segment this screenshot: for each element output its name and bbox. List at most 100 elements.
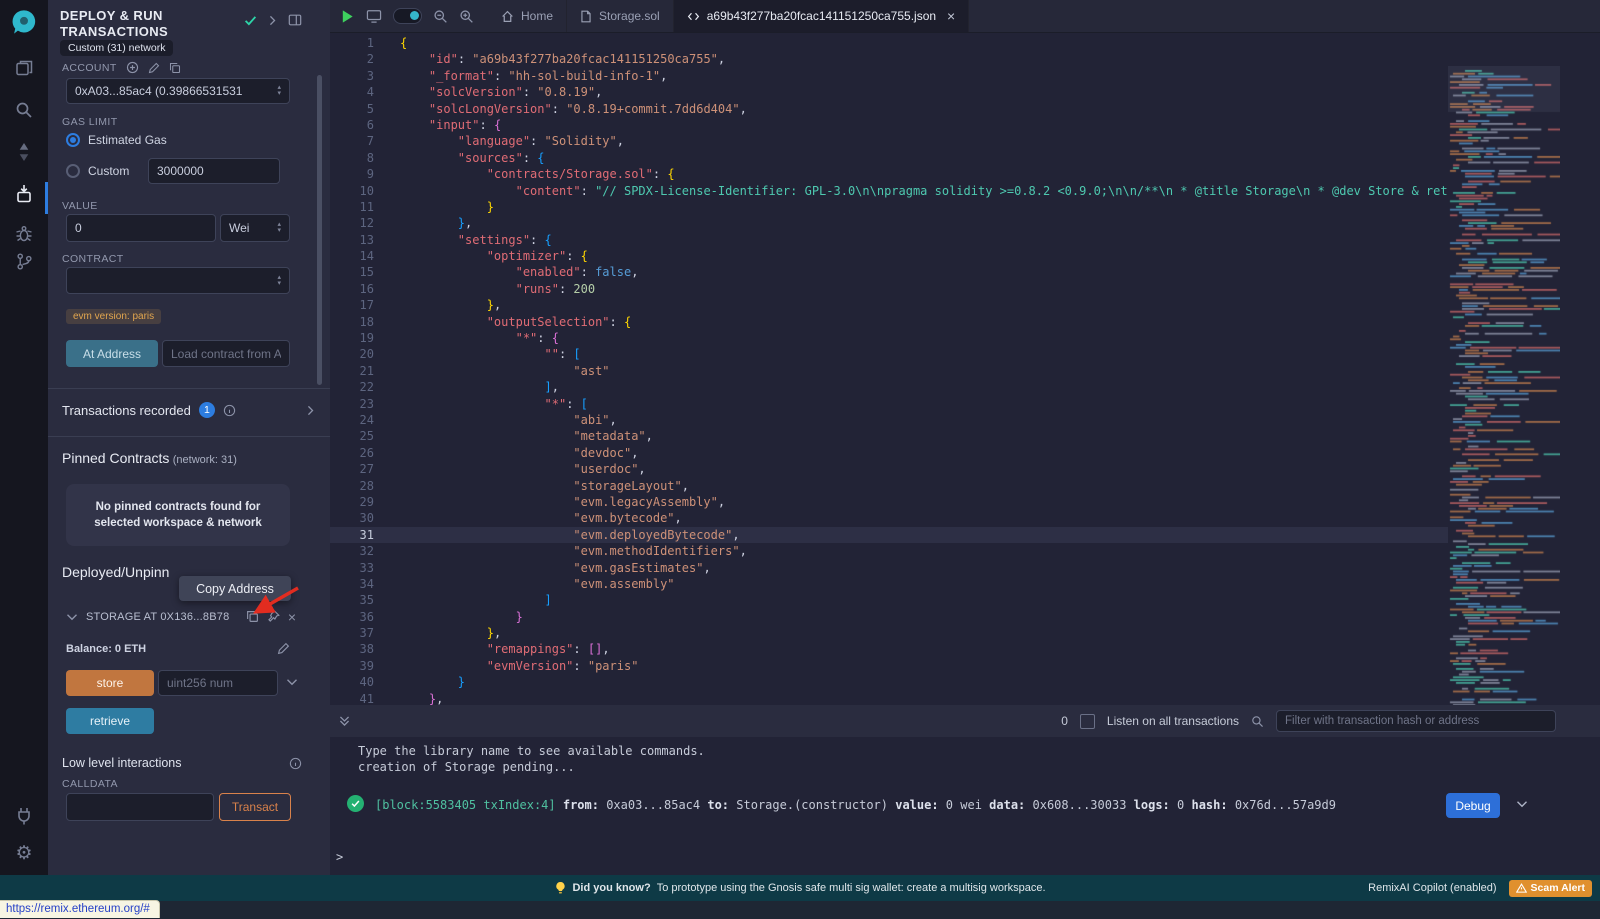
code-line[interactable]: "devdoc", <box>394 445 1600 461</box>
settings-icon[interactable]: ⚙ <box>0 844 48 864</box>
debugger-icon[interactable] <box>0 224 48 244</box>
code-line[interactable]: { <box>394 35 1600 51</box>
code-line[interactable]: "": [ <box>394 346 1600 362</box>
line-number[interactable]: 14 <box>330 248 394 264</box>
expand-chevron-icon[interactable] <box>305 405 316 416</box>
line-number[interactable]: 33 <box>330 560 394 576</box>
code-line[interactable]: }, <box>394 215 1600 231</box>
edit-account-icon[interactable] <box>148 62 160 74</box>
line-number[interactable]: 12 <box>330 215 394 231</box>
code-line[interactable]: "optimizer": { <box>394 248 1600 264</box>
line-number[interactable]: 40 <box>330 674 394 690</box>
code-line[interactable]: "userdoc", <box>394 461 1600 477</box>
line-number[interactable]: 7 <box>330 133 394 149</box>
line-number[interactable]: 1 <box>330 35 394 51</box>
code-line[interactable]: ] <box>394 592 1600 608</box>
line-number[interactable]: 23 <box>330 396 394 412</box>
custom-gas-radio[interactable] <box>66 164 80 178</box>
code-line[interactable]: "evm.methodIdentifiers", <box>394 543 1600 559</box>
code-line[interactable]: } <box>394 674 1600 690</box>
value-input[interactable] <box>66 214 216 242</box>
code-line[interactable]: "evm.legacyAssembly", <box>394 494 1600 510</box>
tab-storage-sol[interactable]: Storage.sol <box>567 0 674 32</box>
info-icon[interactable] <box>223 404 236 417</box>
custom-gas-input[interactable] <box>148 158 280 184</box>
line-number[interactable]: 41 <box>330 691 394 705</box>
code-line[interactable]: }, <box>394 625 1600 641</box>
line-number[interactable]: 32 <box>330 543 394 559</box>
run-script-icon[interactable] <box>340 9 355 24</box>
line-number[interactable]: 36 <box>330 609 394 625</box>
line-number[interactable]: 39 <box>330 658 394 674</box>
code-line[interactable]: "runs": 200 <box>394 281 1600 297</box>
line-number[interactable]: 27 <box>330 461 394 477</box>
code-line[interactable]: "id": "a69b43f277ba20fcac141151250ca755"… <box>394 51 1600 67</box>
listen-checkbox[interactable] <box>1080 714 1095 729</box>
transact-button[interactable]: Transact <box>219 793 291 821</box>
solidity-compiler-icon[interactable] <box>0 142 48 162</box>
line-number[interactable]: 24 <box>330 412 394 428</box>
terminal-output[interactable]: Type the library name to see available c… <box>330 737 1600 875</box>
code-line[interactable]: "*": { <box>394 330 1600 346</box>
line-number[interactable]: 3 <box>330 68 394 84</box>
copilot-toggle[interactable] <box>393 8 422 24</box>
line-number[interactable]: 8 <box>330 150 394 166</box>
line-number[interactable]: 5 <box>330 101 394 117</box>
code-line[interactable]: "remappings": [], <box>394 641 1600 657</box>
line-number[interactable]: 16 <box>330 281 394 297</box>
receipt-text[interactable]: [block:5583405 txIndex:4] from: 0xa03...… <box>375 797 1424 813</box>
deploy-run-icon[interactable] <box>0 184 48 204</box>
code-line[interactable]: ], <box>394 379 1600 395</box>
code-line[interactable]: "ast" <box>394 363 1600 379</box>
line-number[interactable]: 10 <box>330 183 394 199</box>
source-control-icon[interactable] <box>0 252 48 271</box>
code-line[interactable]: "abi", <box>394 412 1600 428</box>
tab-close-icon[interactable]: × <box>947 8 955 24</box>
edit-balance-icon[interactable] <box>277 642 290 655</box>
line-number[interactable]: 31 <box>330 527 394 543</box>
store-button[interactable]: store <box>66 670 154 696</box>
info-icon[interactable] <box>289 757 302 770</box>
line-number[interactable]: 21 <box>330 363 394 379</box>
remix-logo[interactable] <box>0 8 48 36</box>
line-number[interactable]: 22 <box>330 379 394 395</box>
line-number[interactable]: 2 <box>330 51 394 67</box>
line-number[interactable]: 37 <box>330 625 394 641</box>
debug-button[interactable]: Debug <box>1446 793 1500 818</box>
workspace-icon[interactable] <box>0 58 48 78</box>
line-number[interactable]: 34 <box>330 576 394 592</box>
estimated-gas-radio[interactable] <box>66 133 80 147</box>
at-address-button[interactable]: At Address <box>66 340 158 367</box>
terminal-prompt[interactable]: > <box>336 849 343 865</box>
code-line[interactable]: "language": "Solidity", <box>394 133 1600 149</box>
stepper-icon[interactable]: ▴▾ <box>277 85 281 97</box>
line-number[interactable]: 26 <box>330 445 394 461</box>
stepper-icon[interactable]: ▴▾ <box>277 222 281 234</box>
line-number[interactable]: 11 <box>330 199 394 215</box>
line-number[interactable]: 9 <box>330 166 394 182</box>
collapse-chevron-icon[interactable] <box>66 611 78 623</box>
copy-address-icon[interactable] <box>246 610 259 623</box>
expand-args-chevron-icon[interactable] <box>286 676 298 688</box>
filter-transactions-input[interactable] <box>1276 710 1556 732</box>
forward-chevron-icon[interactable] <box>267 15 278 26</box>
value-unit-select[interactable]: Wei ▴▾ <box>220 214 290 242</box>
account-select[interactable]: 0xA03...85ac4 (0.39866531531 ▴▾ <box>66 78 290 104</box>
code-line[interactable]: "outputSelection": { <box>394 314 1600 330</box>
zoom-out-icon[interactable] <box>433 9 448 24</box>
search-icon[interactable] <box>0 100 48 120</box>
code-line[interactable]: "evm.gasEstimates", <box>394 560 1600 576</box>
line-number[interactable]: 28 <box>330 478 394 494</box>
tab-build-info-json[interactable]: a69b43f277ba20fcac141151250ca755.json × <box>674 0 970 32</box>
sidebar-scrollbar[interactable] <box>317 75 322 385</box>
tab-home[interactable]: Home <box>488 0 567 32</box>
code-line[interactable]: "evm.assembly" <box>394 576 1600 592</box>
zoom-in-icon[interactable] <box>459 9 474 24</box>
code-line[interactable]: "sources": { <box>394 150 1600 166</box>
code-line[interactable]: "input": { <box>394 117 1600 133</box>
stepper-icon[interactable]: ▴▾ <box>277 275 281 287</box>
line-number[interactable]: 19 <box>330 330 394 346</box>
pin-icon[interactable] <box>267 610 280 623</box>
script-config-icon[interactable] <box>366 9 382 23</box>
code-line[interactable]: "content": "// SPDX-License-Identifier: … <box>394 183 1600 199</box>
